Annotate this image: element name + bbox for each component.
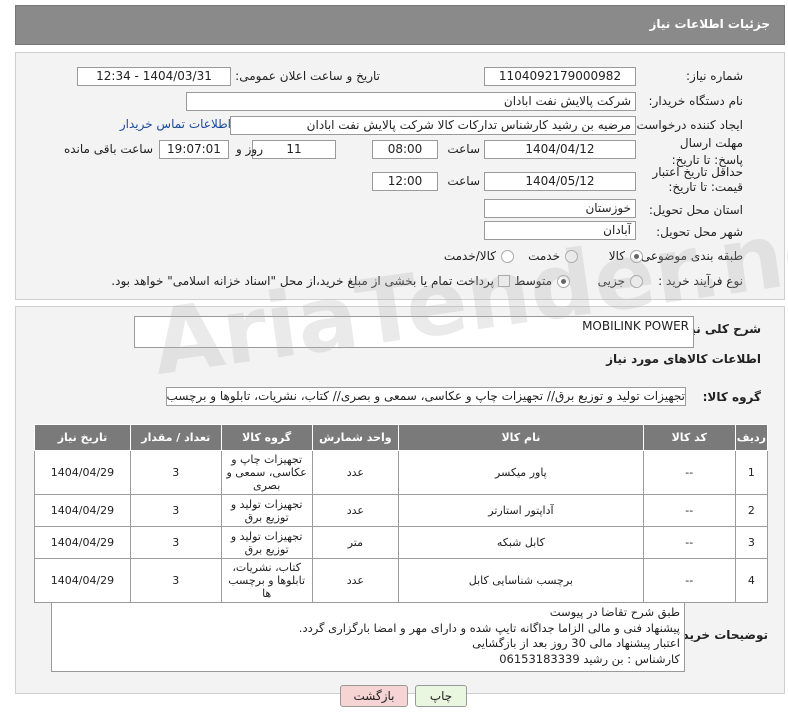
category-option-service: خدمت <box>528 249 560 263</box>
cell-quantity: 3 <box>129 558 222 603</box>
summary-field: MOBILINK POWER <box>134 316 694 348</box>
page-title: جزئیات اطلاعات نیاز <box>649 17 770 31</box>
cell-item-group: تجهیزات تولید و توزیع برق <box>220 494 313 527</box>
buyer-org-field: شرکت پالایش نفت ابادان <box>186 92 636 111</box>
category-radio-service[interactable] <box>565 250 578 263</box>
cell-unit: عدد <box>311 558 400 603</box>
process-option-minor: جزیی <box>597 274 625 288</box>
cell-item-group: کتاب، نشریات، تابلوها و برچسب ها <box>220 558 313 603</box>
cell-item-name: برچسب شناسایی کابل <box>398 558 644 603</box>
back-button[interactable]: بازگشت <box>340 685 408 707</box>
print-button[interactable]: چاپ <box>415 685 467 707</box>
need-number-label: شماره نیاز: <box>686 69 743 83</box>
table-row: 3 -- کابل شبکه متر تجهیزات تولید و توزیع… <box>34 526 769 559</box>
cell-unit: متر <box>311 526 400 559</box>
cell-row-number: 4 <box>734 558 769 603</box>
header-item-group: گروه کالا <box>220 424 313 451</box>
deadline-label: مهلت ارسال پاسخ: تا تاریخ: <box>671 136 743 167</box>
group-field: تجهیزات تولید و توزیع برق// تجهیزات چاپ … <box>166 387 686 406</box>
header-unit: واحد شمارش <box>311 424 400 451</box>
table-row: 2 -- آداپتور استارتر عدد تجهیزات تولید و… <box>34 494 769 527</box>
header-item-name: نام کالا <box>398 424 644 451</box>
treasury-payment-checkbox[interactable] <box>498 275 510 287</box>
process-radio-minor[interactable] <box>630 275 643 288</box>
validity-label: حداقل تاریخ اعتبار قیمت: تا تاریخ: <box>652 165 743 194</box>
cell-row-number: 2 <box>734 494 769 527</box>
header-item-code: کد کالا <box>642 424 736 451</box>
buyer-note-line: کارشناس : بن رشید 06153183339 <box>499 651 680 666</box>
validity-date-field: 1404/05/12 <box>484 172 636 191</box>
category-option-goods: کالا <box>608 249 625 263</box>
page-header: جزئیات اطلاعات نیاز <box>15 5 785 45</box>
cell-need-date: 1404/04/29 <box>34 450 131 495</box>
validity-time-field: 12:00 <box>372 172 438 191</box>
buyer-note-line: اعتبار پیشنهاد مالی 30 روز بعد از بازگشا… <box>472 636 680 650</box>
cell-item-code: -- <box>642 450 736 495</box>
deadline-date-field: 1404/04/12 <box>484 140 636 159</box>
cell-item-group: تجهیزات تولید و توزیع برق <box>220 526 313 559</box>
city-label: شهر محل تحویل: <box>656 225 743 239</box>
treasury-payment-note: پرداخت تمام یا بخشی از مبلغ خرید،از محل … <box>111 274 494 288</box>
summary-value: MOBILINK POWER <box>582 319 689 333</box>
header-quantity: تعداد / مقدار <box>129 424 222 451</box>
items-table: ردیف کد کالا نام کالا واحد شمارش گروه کا… <box>34 424 769 603</box>
category-label: طبقه بندی موضوعی: <box>636 249 743 263</box>
deadline-time-label: ساعت <box>447 142 480 156</box>
cell-row-number: 3 <box>734 526 769 559</box>
cell-need-date: 1404/04/29 <box>34 494 131 527</box>
table-row: 1 -- پاور میکسر عدد تجهیزات چاپ و عکاسی،… <box>34 450 769 495</box>
contact-info-link[interactable]: اطلاعات تماس خریدار <box>120 117 231 131</box>
cell-need-date: 1404/04/29 <box>34 558 131 603</box>
process-option-medium: متوسط <box>514 274 552 288</box>
cell-item-name: آداپتور استارتر <box>398 494 644 527</box>
cell-unit: عدد <box>311 450 400 495</box>
cell-quantity: 3 <box>129 526 222 559</box>
cell-item-code: -- <box>642 558 736 603</box>
process-radio-medium[interactable] <box>557 275 570 288</box>
cell-item-name: کابل شبکه <box>398 526 644 559</box>
cell-row-number: 1 <box>734 450 769 495</box>
header-row-number: ردیف <box>734 424 769 451</box>
cell-item-name: پاور میکسر <box>398 450 644 495</box>
creator-field: مرضیه بن رشید کارشناس تداركات كالا شركت … <box>230 116 636 135</box>
cell-item-group: تجهیزات چاپ و عکاسی، سمعی و بصری <box>220 450 313 495</box>
category-radio-goods-service[interactable] <box>501 250 514 263</box>
cell-item-code: -- <box>642 494 736 527</box>
process-label: نوع فرآیند خرید : <box>658 274 743 288</box>
header-need-date: تاریخ نیاز <box>34 424 131 451</box>
category-option-goods-service: کالا/خدمت <box>443 249 496 263</box>
remaining-label: ساعت باقی مانده <box>63 142 153 156</box>
cell-need-date: 1404/04/29 <box>34 526 131 559</box>
buyer-org-label: نام دستگاه خریدار: <box>648 94 744 108</box>
days-field: 11 <box>252 140 336 159</box>
days-label: روز و <box>236 142 263 156</box>
buyer-note-line: طبق شرح تقاضا در پیوست <box>549 605 680 619</box>
announce-field: 1404/03/31 - 12:34 <box>77 67 231 86</box>
validity-time-label: ساعت <box>447 174 480 188</box>
cell-quantity: 3 <box>129 494 222 527</box>
city-field: آبادان <box>484 221 636 240</box>
province-label: استان محل تحویل: <box>648 203 743 217</box>
buyer-notes-box: طبق شرح تقاضا در پیوست پیشنهاد فنی و مال… <box>51 602 685 672</box>
cell-item-code: -- <box>642 526 736 559</box>
category-radio-goods[interactable] <box>630 250 643 263</box>
table-row: 4 -- برچسب شناسایی کابل عدد کتاب، نشریات… <box>34 558 769 603</box>
items-section-title: اطلاعات کالاهای مورد نیاز <box>606 352 761 366</box>
cell-unit: عدد <box>311 494 400 527</box>
remaining-time-field: 19:07:01 <box>159 140 229 159</box>
buyer-note-line: پیشنهاد فنی و مالی الزاما جداگانه تایپ ش… <box>298 620 680 635</box>
province-field: خوزستان <box>484 199 636 218</box>
need-number-field: 1104092179000982 <box>484 67 636 86</box>
deadline-time-field: 08:00 <box>372 140 438 159</box>
announce-label: تاریخ و ساعت اعلان عمومی: <box>235 69 380 83</box>
cell-quantity: 3 <box>129 450 222 495</box>
creator-label: ایجاد کننده درخواست: <box>632 118 743 132</box>
group-label: گروه کالا: <box>702 390 761 404</box>
table-header-row: ردیف کد کالا نام کالا واحد شمارش گروه کا… <box>34 424 769 451</box>
